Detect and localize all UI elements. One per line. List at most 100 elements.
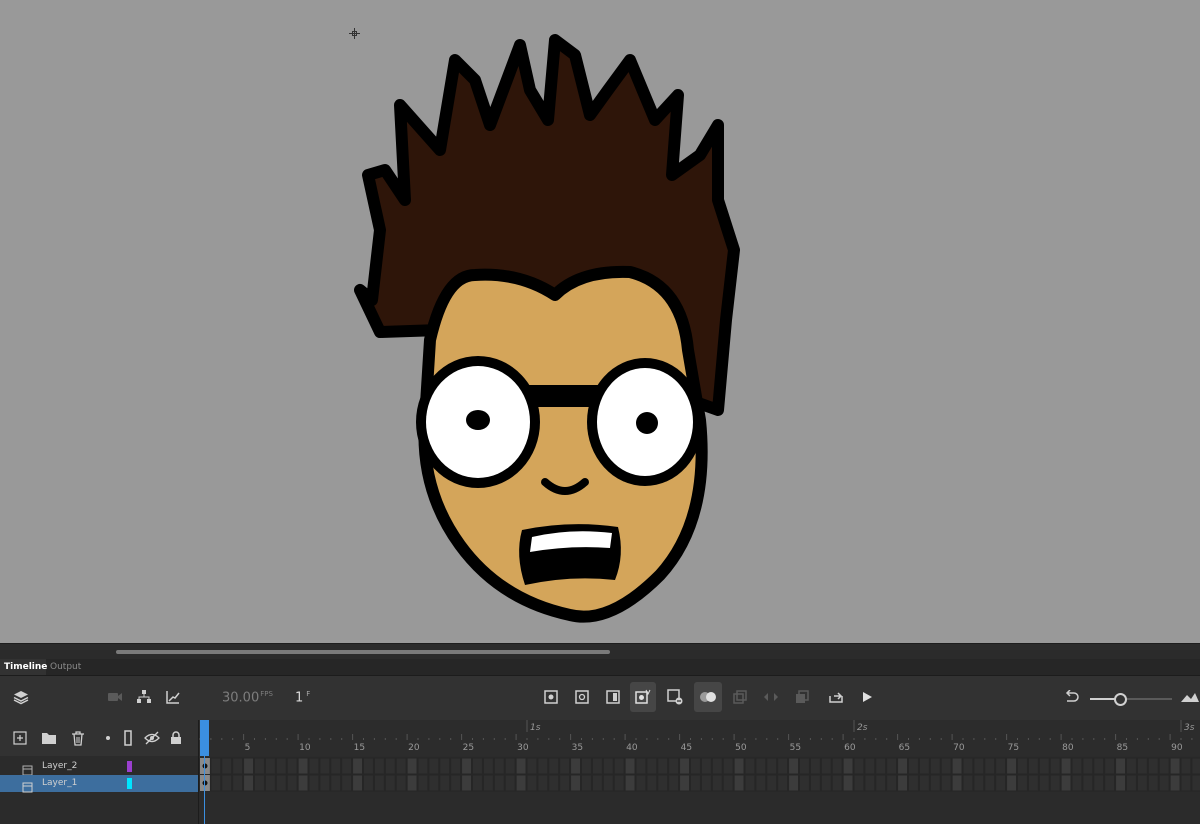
frame-cell[interactable] [526, 774, 538, 792]
frame-cell[interactable] [1082, 774, 1094, 792]
frame-cell[interactable] [515, 757, 527, 775]
frame-cell[interactable] [504, 757, 516, 775]
frame-cell[interactable] [788, 774, 799, 792]
frame-cell[interactable] [908, 774, 919, 792]
frame-cell[interactable] [308, 774, 320, 792]
new-folder-icon[interactable] [40, 729, 58, 747]
frame-cell[interactable] [461, 774, 473, 792]
frame-cell[interactable] [232, 774, 244, 792]
frame-cell[interactable] [297, 757, 309, 775]
insert-blank-keyframe-icon[interactable] [573, 688, 591, 706]
frame-cell[interactable] [439, 774, 451, 792]
frame-cell[interactable] [951, 757, 963, 775]
frame-cell[interactable] [940, 757, 952, 775]
frame-cell[interactable] [962, 774, 974, 792]
frame-cell[interactable] [1169, 774, 1181, 792]
frame-cell[interactable] [864, 757, 876, 775]
playhead-line[interactable] [204, 720, 205, 824]
show-hide-icon[interactable] [143, 729, 161, 747]
frame-cell[interactable] [1060, 757, 1072, 775]
frame-cell[interactable] [1027, 757, 1039, 775]
frame-cell[interactable] [1006, 757, 1017, 775]
zoom-icon[interactable] [1181, 688, 1199, 706]
frame-cell[interactable] [744, 757, 756, 775]
frame-cell[interactable] [297, 774, 309, 792]
frame-cell[interactable] [537, 757, 549, 775]
tab-timeline[interactable]: Timeline [0, 659, 47, 675]
layer-color-swatch[interactable] [127, 778, 132, 789]
frame-cell[interactable] [766, 774, 778, 792]
current-frame-readout[interactable]: 1F [295, 690, 310, 705]
frame-cell[interactable] [984, 774, 996, 792]
frame-cell[interactable] [493, 774, 505, 792]
frame-cell[interactable] [1006, 774, 1017, 792]
new-layer-icon[interactable] [11, 729, 29, 747]
frame-cell[interactable] [940, 774, 952, 792]
layer-row-layer-2[interactable]: Layer_2 [0, 758, 198, 776]
frame-cell[interactable] [1147, 757, 1159, 775]
frame-cell[interactable] [755, 774, 767, 792]
frame-cell[interactable] [526, 757, 538, 775]
frame-cell[interactable] [450, 774, 462, 792]
frame-cell[interactable] [482, 757, 494, 775]
fps-readout[interactable]: 30.00FPS [222, 690, 273, 705]
frame-cell[interactable] [504, 774, 516, 792]
frame-cell[interactable] [1191, 757, 1200, 775]
frame-cell[interactable] [352, 757, 364, 775]
frame-cell[interactable] [210, 757, 222, 775]
frame-cell[interactable] [918, 774, 930, 792]
frame-cell[interactable] [690, 774, 701, 792]
tab-output[interactable]: Output [46, 659, 94, 675]
frame-cell[interactable] [679, 757, 691, 775]
frame-cell[interactable] [286, 757, 298, 775]
frame-cell[interactable] [548, 757, 560, 775]
frame-cell[interactable] [1169, 757, 1181, 775]
frame-cell[interactable] [1060, 774, 1072, 792]
frame-cell[interactable] [221, 757, 233, 775]
frame-cell[interactable] [744, 774, 756, 792]
frame-cell[interactable] [602, 774, 614, 792]
frame-cell[interactable] [1136, 757, 1148, 775]
frame-cell[interactable] [428, 757, 440, 775]
frame-cell[interactable] [1038, 757, 1050, 775]
camera-icon[interactable] [106, 688, 124, 706]
frame-cell[interactable] [384, 757, 396, 775]
auto-keyframe-icon[interactable] [630, 682, 656, 712]
frame-cell[interactable] [1038, 774, 1050, 792]
frame-cell[interactable] [319, 774, 331, 792]
frame-cell[interactable] [995, 774, 1007, 792]
frame-cell[interactable] [373, 774, 385, 792]
frame-cell[interactable] [962, 757, 974, 775]
frame-cell[interactable] [1115, 757, 1126, 775]
frame-cell[interactable] [820, 757, 832, 775]
frame-cell[interactable] [450, 757, 462, 775]
frame-cell[interactable] [635, 774, 647, 792]
frame-cell[interactable] [395, 774, 407, 792]
frame-cell[interactable] [766, 757, 778, 775]
frame-cell[interactable] [341, 774, 353, 792]
frame-cell[interactable] [1093, 757, 1105, 775]
frame-cell[interactable] [908, 757, 919, 775]
frame-cell[interactable] [984, 757, 996, 775]
frame-cell[interactable] [1017, 757, 1028, 775]
frame-cell[interactable] [581, 774, 592, 792]
frame-cell[interactable] [733, 757, 745, 775]
insert-keyframe-icon[interactable] [542, 688, 560, 706]
frame-cell[interactable] [929, 757, 941, 775]
layer-parenting-icon[interactable] [135, 688, 153, 706]
frame-cell[interactable] [275, 774, 287, 792]
frame-cell[interactable] [570, 774, 582, 792]
frame-cell[interactable] [439, 757, 451, 775]
frame-cell[interactable] [537, 774, 549, 792]
stage-canvas[interactable] [0, 0, 1200, 643]
onion-outline-icon[interactable] [793, 688, 811, 706]
frame-cell[interactable] [472, 774, 483, 792]
frame-cell[interactable] [363, 757, 374, 775]
frame-cell[interactable] [1049, 757, 1061, 775]
frame-cell[interactable] [929, 774, 941, 792]
frame-cell[interactable] [254, 757, 265, 775]
frame-cell[interactable] [1017, 774, 1028, 792]
play-icon[interactable] [858, 688, 876, 706]
frame-cell[interactable] [1071, 757, 1083, 775]
outline-icon[interactable] [119, 729, 137, 747]
